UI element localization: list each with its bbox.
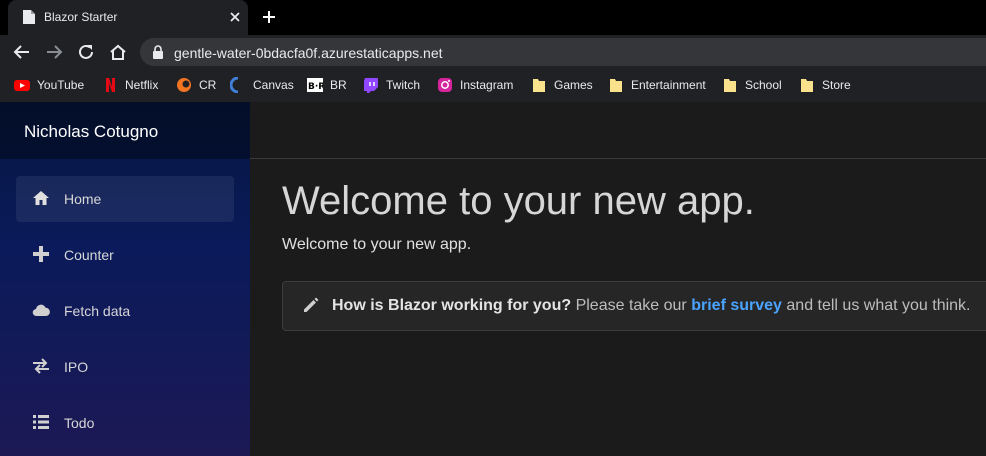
survey-before-link: Please take our [575,297,687,314]
sidebar-item-ipo[interactable]: IPO [16,344,234,390]
browser-tabstrip: Blazor Starter [0,0,986,35]
bookmark-netflix[interactable]: Netflix [102,76,158,94]
sidebar: Nicholas Cotugno Home Counter Fetch data [0,102,250,456]
bookmark-label: Store [822,78,851,92]
survey-prompt: How is Blazor working for you? Please ta… [282,281,986,331]
address-bar[interactable]: gentle-water-0bdacfa0f.azurestaticapps.n… [140,38,986,66]
browser-toolbar: gentle-water-0bdacfa0f.azurestaticapps.n… [0,35,986,68]
folder-icon [533,79,545,92]
bookmark-instagram[interactable]: Instagram [437,76,513,94]
svg-text:B·R: B·R [308,82,323,92]
crunchyroll-icon [177,78,191,92]
survey-after-link: and tell us what you think. [786,297,971,314]
bookmark-label: YouTube [37,78,85,92]
brand-bar: Nicholas Cotugno [0,102,250,159]
bookmark-label: Twitch [386,78,421,92]
br-icon: B·R [307,78,323,92]
page-lead-text: Welcome to your new app. [282,236,472,253]
bookmarks-bar: YouTube Netflix CR Canvas B·R BR Twitch [0,68,986,102]
sidebar-item-counter[interactable]: Counter [16,232,234,278]
page-icon [23,10,35,24]
folder-icon [610,79,622,92]
back-arrow-icon[interactable] [12,42,32,62]
bookmark-canvas[interactable]: Canvas [230,76,294,94]
instagram-icon [438,78,452,92]
sidebar-item-fetch-data[interactable]: Fetch data [16,288,234,334]
bookmark-folder-store[interactable]: Store [799,76,851,94]
bookmark-folder-games[interactable]: Games [531,76,593,94]
forward-arrow-icon[interactable] [44,42,64,62]
sidebar-item-home[interactable]: Home [16,176,234,222]
sidebar-item-todo[interactable]: Todo [16,400,234,446]
bookmark-label: Instagram [460,78,514,92]
sidebar-item-label: IPO [64,359,89,375]
transfer-icon [33,358,49,374]
page-title: Welcome to your new app. [282,179,755,223]
url-text: gentle-water-0bdacfa0f.azurestaticapps.n… [174,45,443,61]
main-content: Welcome to your new app. Welcome to your… [250,159,986,456]
sidebar-item-label: Todo [64,415,95,431]
youtube-icon [14,80,30,91]
bookmark-label: School [745,78,782,92]
bookmark-label: Games [554,78,593,92]
twitch-icon [364,78,378,93]
brand-name[interactable]: Nicholas Cotugno [24,122,158,142]
lock-icon [153,45,163,59]
tab-title: Blazor Starter [44,10,118,24]
survey-link[interactable]: brief survey [691,297,782,314]
app-root: Nicholas Cotugno Home Counter Fetch data [0,102,986,456]
bookmark-folder-entertainment[interactable]: Entertainment [608,76,706,94]
top-row [250,102,986,159]
bookmark-twitch[interactable]: Twitch [363,76,420,94]
bookmark-youtube[interactable]: YouTube [14,76,84,94]
new-tab-icon[interactable] [260,8,278,26]
bookmark-folder-school[interactable]: School [722,76,782,94]
list-icon [33,415,49,429]
bookmark-label: Netflix [125,78,159,92]
bookmark-label: BR [330,78,347,92]
bookmark-br[interactable]: B·R BR [307,76,347,94]
netflix-icon [106,78,115,92]
folder-icon [801,79,813,92]
pencil-icon [304,297,319,312]
bookmark-label: CR [199,78,217,92]
bookmark-label: Entertainment [631,78,706,92]
sidebar-item-label: Fetch data [64,303,131,319]
plus-icon [33,246,49,262]
browser-tab[interactable]: Blazor Starter [8,0,248,35]
survey-question: How is Blazor working for you? [332,297,572,314]
sidebar-item-label: Home [64,191,102,207]
cloud-icon [32,304,50,317]
home-browser-icon[interactable] [108,42,128,62]
reload-icon[interactable] [76,42,96,62]
folder-icon [724,79,736,92]
survey-text: How is Blazor working for you? Please ta… [332,297,971,315]
home-icon [33,191,49,205]
bookmark-label: Canvas [253,78,294,92]
sidebar-item-label: Counter [64,247,114,263]
bookmark-cr[interactable]: CR [176,76,216,94]
close-icon[interactable] [226,8,244,26]
canvas-icon [230,77,239,93]
